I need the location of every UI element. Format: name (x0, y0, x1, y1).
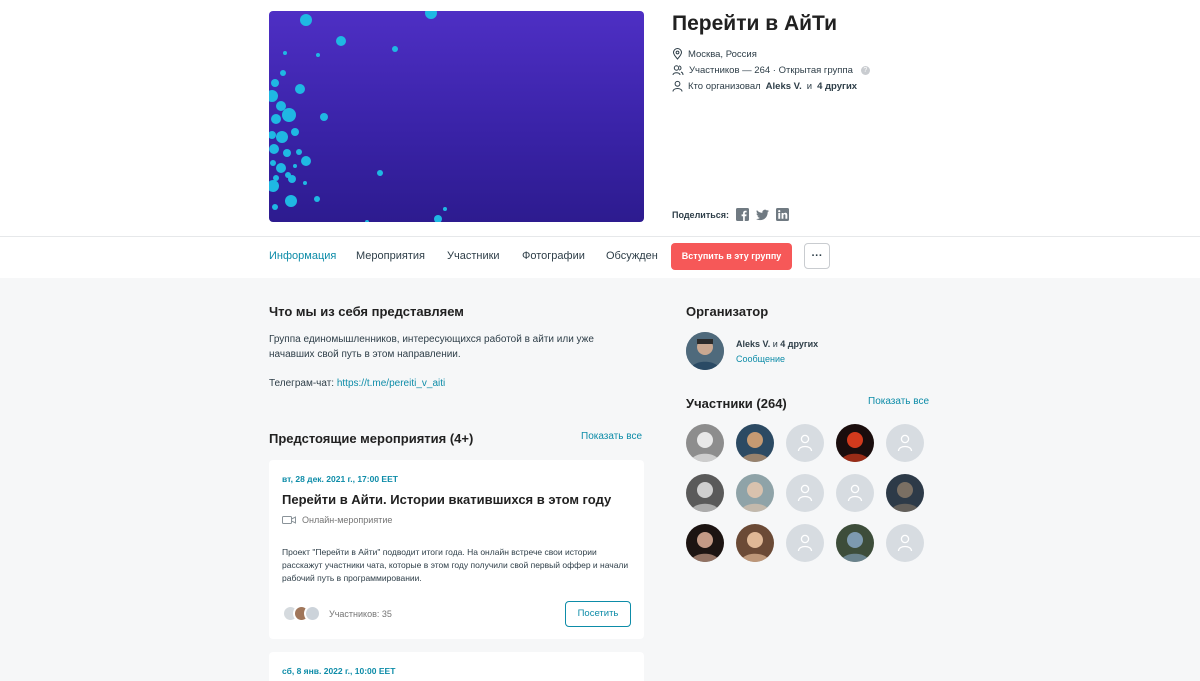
location-pin-icon (672, 48, 683, 60)
member-avatar-placeholder[interactable] (836, 474, 874, 512)
attendee-avatar (304, 605, 321, 622)
linkedin-icon[interactable] (776, 208, 790, 221)
about-heading: Что мы из себя представляем (269, 304, 464, 319)
organizer-prefix: Кто организовал (688, 80, 761, 92)
default-user-icon (797, 534, 813, 552)
twitter-icon[interactable] (756, 208, 770, 221)
organizer-name-line: Aleks V. и 4 других (736, 339, 818, 349)
event-date: сб, 8 янв. 2022 г., 10:00 EET (282, 666, 396, 676)
tabs-bar (0, 236, 1200, 278)
members-icon (672, 65, 684, 76)
member-avatar-placeholder[interactable] (786, 524, 824, 562)
member-avatar[interactable] (736, 524, 774, 562)
default-user-icon (847, 484, 863, 502)
member-avatar-placeholder[interactable] (886, 424, 924, 462)
member-avatar-placeholder[interactable] (786, 474, 824, 512)
members-heading: Участники (264) (686, 396, 787, 411)
default-user-icon (897, 434, 913, 452)
organizer-others-link[interactable]: 4 других (817, 81, 857, 92)
event-attendee-count: Участников: 35 (329, 608, 392, 619)
member-avatar[interactable] (886, 474, 924, 512)
share-label: Поделиться: (672, 209, 730, 220)
share-row: Поделиться: (672, 208, 790, 221)
telegram-link[interactable]: https://t.me/pereiti_v_aiti (337, 378, 445, 389)
more-options-button[interactable]: ··· (804, 243, 830, 269)
member-avatar[interactable] (686, 524, 724, 562)
default-user-icon (797, 484, 813, 502)
tab-info[interactable]: Информация (269, 250, 336, 262)
members-row: Участников — 264 · Открытая группа ? (672, 64, 870, 76)
organizer-message-link[interactable]: Сообщение (736, 354, 785, 364)
events-show-all-link[interactable]: Показать все (581, 431, 642, 442)
about-description: Группа единомышленников, интересующихся … (269, 334, 594, 360)
location-text: Москва, Россия (688, 48, 757, 60)
organizer-avatar[interactable] (686, 332, 724, 370)
tab-photos[interactable]: Фотографии (522, 250, 585, 262)
organizer-heading: Организатор (686, 304, 769, 319)
organizer-and: и (806, 80, 813, 92)
events-heading: Предстоящие мероприятия (4+) (269, 431, 474, 446)
member-avatar[interactable] (736, 424, 774, 462)
tab-events[interactable]: Мероприятия (356, 250, 425, 262)
event-card[interactable]: сб, 8 янв. 2022 г., 10:00 EET (269, 652, 644, 681)
video-camera-icon (282, 516, 296, 524)
telegram-row: Телеграм-чат: https://t.me/pereiti_v_ait… (269, 376, 639, 391)
visit-event-button[interactable]: Посетить (565, 601, 631, 627)
member-avatar[interactable] (836, 424, 874, 462)
member-avatar[interactable] (736, 474, 774, 512)
event-date: вт, 28 дек. 2021 г., 17:00 EET (282, 474, 398, 484)
organizer-and-text: и (772, 339, 778, 349)
member-avatar-placeholder[interactable] (786, 424, 824, 462)
event-type-label: Онлайн-мероприятие (302, 515, 393, 525)
member-avatar-placeholder[interactable] (886, 524, 924, 562)
telegram-label: Телеграм-чат: (269, 378, 335, 389)
event-description: Проект "Перейти в Айти" подводит итоги г… (282, 547, 629, 583)
tab-discussions[interactable]: Обсуждения (606, 250, 658, 262)
organizer-row: Кто организовал Aleks V. и 4 других (672, 80, 857, 92)
facebook-icon[interactable] (736, 208, 750, 221)
member-avatar[interactable] (836, 524, 874, 562)
member-avatar[interactable] (686, 474, 724, 512)
group-title: Перейти в АйТи (672, 12, 837, 35)
default-user-icon (797, 434, 813, 452)
event-type: Онлайн-мероприятие (282, 515, 392, 525)
default-user-icon (897, 534, 913, 552)
event-attendees: Участников: 35 (282, 605, 392, 622)
event-title[interactable]: Перейти в Айти. Истории вкатившихся в эт… (282, 492, 611, 507)
member-avatar[interactable] (686, 424, 724, 462)
organizer-name[interactable]: Aleks V. (736, 339, 770, 349)
event-card[interactable]: вт, 28 дек. 2021 г., 17:00 EET Перейти в… (269, 460, 644, 639)
members-show-all-link[interactable]: Показать все (868, 396, 929, 407)
members-count-text: Участников — 264 · Открытая группа (689, 64, 853, 76)
person-icon (672, 80, 683, 92)
tab-members[interactable]: Участники (447, 250, 500, 262)
join-group-button[interactable]: Вступить в эту группу (671, 243, 792, 270)
location-row: Москва, Россия (672, 48, 757, 60)
organizer-others[interactable]: 4 других (780, 339, 818, 349)
organizer-name-link[interactable]: Aleks V. (766, 81, 802, 92)
group-banner (269, 11, 644, 222)
info-icon[interactable]: ? (860, 65, 870, 75)
